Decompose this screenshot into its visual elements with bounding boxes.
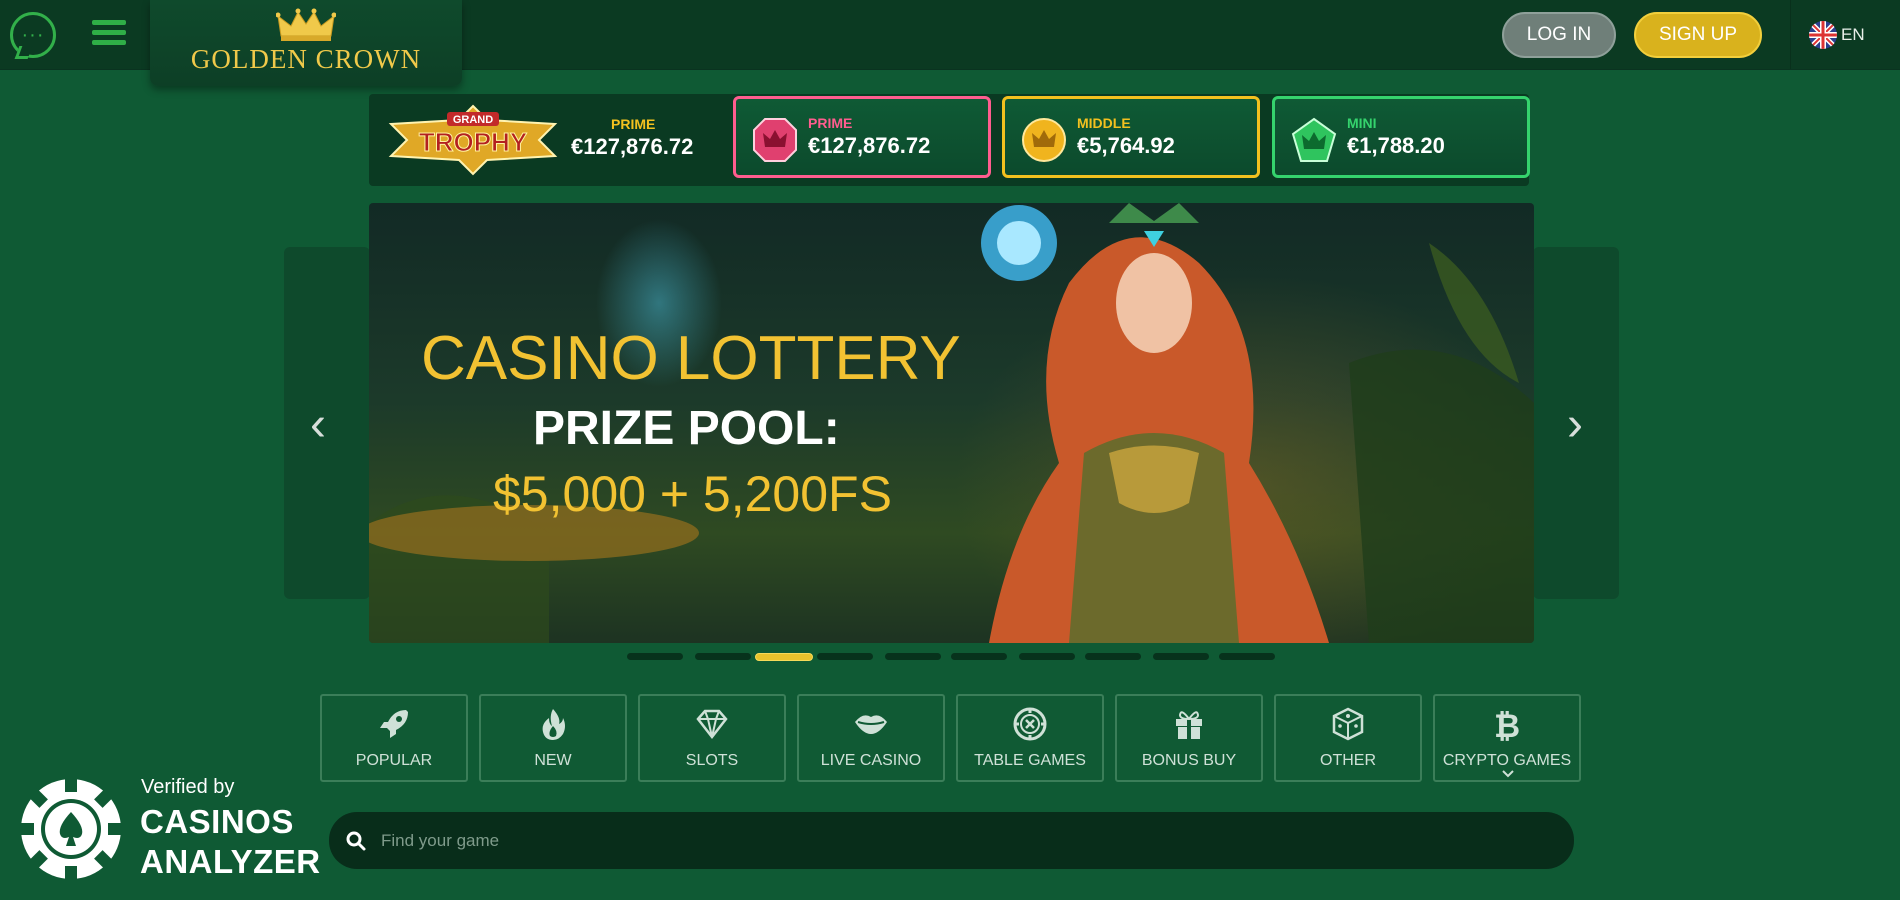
gift-icon [1176, 711, 1202, 739]
carousel-prev-panel[interactable]: ‹ [284, 247, 370, 599]
gold-crown-icon [1022, 118, 1066, 162]
carousel-dot[interactable] [1219, 653, 1275, 660]
jackpot-card-mini: MINI €1,788.20 [1272, 96, 1530, 178]
banner-prize: $5,000 + 5,200FS [493, 466, 892, 522]
carousel-dot[interactable] [1085, 653, 1141, 660]
jackpot-value: €1,788.20 [1347, 133, 1445, 158]
top-header: ··· GOLDEN CROWN LOG IN SIGN UP EN [0, 0, 1900, 86]
jackpot-grand: PRIME €127,876.72 [571, 116, 693, 160]
uk-flag-icon [1809, 20, 1837, 49]
category-label: TABLE GAMES [974, 752, 1086, 769]
category-popular[interactable]: POPULAR [320, 694, 468, 782]
jackpot-value: €127,876.72 [808, 133, 931, 158]
jackpot-label: PRIME [611, 116, 656, 132]
carousel-dot[interactable] [1019, 653, 1075, 660]
crown-icon [276, 8, 336, 41]
svg-text:GRAND: GRAND [453, 114, 493, 126]
login-button[interactable]: LOG IN [1502, 12, 1616, 58]
category-label: POPULAR [355, 752, 433, 769]
bitcoin-icon: ₿ [1494, 707, 1520, 742]
verifier-name-line1: CASINOS [140, 803, 294, 840]
language-selector[interactable]: EN [1790, 0, 1900, 69]
banner-title: CASINO LOTTERY [421, 324, 961, 393]
jackpot-label: PRIME [808, 115, 853, 131]
svg-text:₿: ₿ [1494, 707, 1520, 742]
category-slots[interactable]: SLOTS [638, 694, 786, 782]
carousel-dot[interactable] [885, 653, 941, 660]
jackpot-label: MINI [1347, 115, 1377, 131]
category-label: BONUS BUY [1141, 752, 1237, 769]
category-table-games[interactable]: TABLE GAMES [956, 694, 1104, 782]
logo-text: GOLDEN CROWN [190, 44, 422, 74]
carousel-dot[interactable] [627, 653, 683, 660]
category-label: LIVE CASINO [820, 752, 922, 769]
carousel-dot[interactable] [1153, 653, 1209, 660]
carousel-dot[interactable] [817, 653, 873, 660]
site-logo[interactable]: GOLDEN CROWN [150, 0, 462, 86]
jackpot-card-prime: PRIME €127,876.72 [733, 96, 991, 178]
chevron-left-icon[interactable]: ‹ [310, 397, 326, 452]
grand-trophy-logo: GRAND TROPHY [388, 104, 558, 176]
verified-by-label: Verified by [141, 776, 235, 798]
jackpot-value: €127,876.72 [571, 134, 694, 159]
search-input[interactable] [379, 820, 1533, 862]
jackpot-value: €5,764.92 [1077, 133, 1175, 158]
verifier-name-line2: ANALYZER [140, 843, 321, 880]
emerald-crown-icon [1291, 117, 1337, 162]
chevron-down-icon[interactable] [1502, 770, 1514, 778]
dice-icon [1332, 707, 1364, 741]
carousel-dot[interactable] [951, 653, 1007, 660]
verifier-name: CASINOS ANALYZER [140, 802, 321, 882]
category-label: SLOTS [685, 752, 739, 769]
carousel-dot[interactable] [695, 653, 751, 660]
promo-banner[interactable]: CASINO LOTTERY PRIZE POOL: $5,000 + 5,20… [369, 203, 1534, 643]
language-label: EN [1841, 24, 1865, 44]
category-label: OTHER [1320, 752, 1376, 769]
search-icon [346, 831, 366, 851]
carousel-dot-active[interactable] [755, 653, 813, 661]
svg-text:TROPHY: TROPHY [419, 127, 527, 157]
category-new[interactable]: NEW [479, 694, 627, 782]
ruby-crown-icon [753, 118, 797, 162]
carousel-next-panel[interactable]: › [1533, 247, 1619, 599]
chip-icon [1013, 707, 1047, 741]
category-label: CRYPTO GAMES [1442, 752, 1572, 769]
flame-icon [542, 709, 565, 740]
jackpot-card-middle: MIDDLE €5,764.92 [1002, 96, 1260, 178]
lips-icon [855, 715, 887, 734]
banner-subtitle: PRIZE POOL: [533, 402, 840, 455]
chat-icon[interactable]: ··· [10, 12, 56, 58]
hamburger-menu-icon[interactable] [92, 20, 126, 48]
jackpot-label: MIDDLE [1077, 115, 1131, 131]
diamond-icon [696, 709, 728, 740]
signup-button[interactable]: SIGN UP [1634, 12, 1762, 58]
category-other[interactable]: OTHER [1274, 694, 1422, 782]
jackpot-bar: GRAND TROPHY PRIME €127,876.72 PRIME €12… [369, 94, 1530, 186]
chevron-right-icon[interactable]: › [1567, 397, 1583, 452]
category-live-casino[interactable]: LIVE CASINO [797, 694, 945, 782]
category-crypto-games[interactable]: ₿ CRYPTO GAMES [1433, 694, 1581, 782]
category-label: NEW [534, 752, 572, 769]
casinos-analyzer-chip-icon [18, 776, 124, 882]
rocket-icon [380, 710, 408, 738]
category-bonus-buy[interactable]: BONUS BUY [1115, 694, 1263, 782]
game-search-bar [329, 812, 1574, 869]
